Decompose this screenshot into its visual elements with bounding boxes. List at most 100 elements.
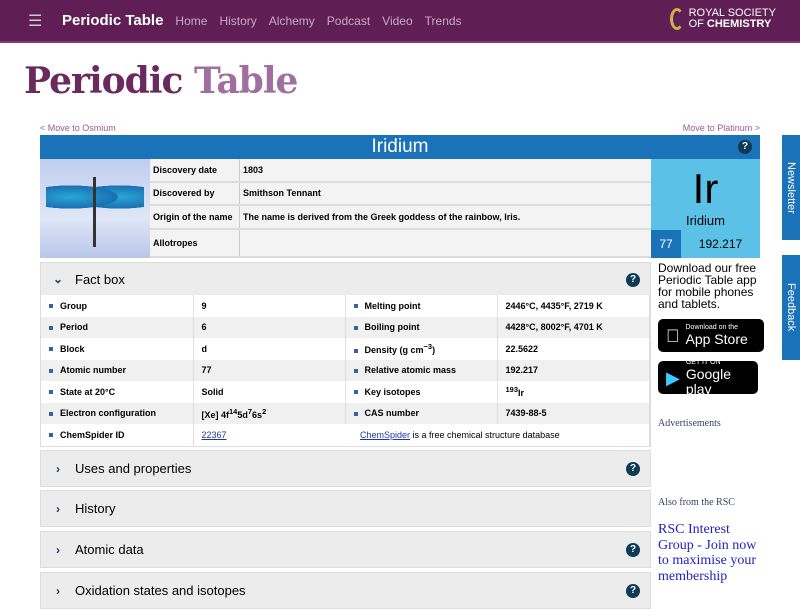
fact-value: 4428°C, 8002°F, 4701 K [497,316,650,338]
fact-table: Group 9 Melting point 2446°C, 4435°F, 2719 … [41,295,650,446]
nav-home[interactable]: Home [175,14,207,28]
fact-value: 22.5622 [497,338,650,360]
info-key: Discovery date [150,159,240,181]
element-tile-name: Iridium [685,213,725,228]
chemspider-link[interactable]: ChemSpider [360,430,410,440]
feedback-tab[interactable]: Feedback [782,255,800,360]
element-tile: Ir Iridium 77 192.217 [651,159,760,258]
help-icon[interactable]: ? [626,273,640,287]
chemspider-note: ChemSpider is a free chemical structure … [345,424,650,446]
element-symbol: Ir [692,165,719,212]
fact-key: Relative atomic mass [345,359,498,381]
brand-link[interactable]: Periodic Table [62,12,163,29]
info-row: Discovered by Smithson Tennant [150,182,651,206]
rsc-interest-group-link[interactable]: RSC Interest Group - Join now to maximis… [658,522,758,584]
fact-key: Block [41,338,194,360]
google-play-button[interactable]: ▶ GET IT ON Google play [658,359,758,396]
help-icon[interactable]: ? [626,584,640,598]
next-element-link[interactable]: Move to Platinum > [683,123,760,133]
section-history[interactable]: › History [40,490,651,527]
menu-icon[interactable]: ☰ [28,11,42,31]
app-store-button[interactable]: Download on theApp Store [658,319,764,352]
top-nav-bar: ☰ Periodic Table Home History Alchemy Podca… [0,0,800,43]
nav-podcast[interactable]: Podcast [327,14,370,28]
element-navigation: < Move to Osmium Move to Platinum > [40,123,760,133]
fact-key: State at 20°C [41,381,194,403]
fact-key: Group [41,295,194,317]
nav-alchemy[interactable]: Alchemy [269,14,315,28]
info-row: Discovery date 1803 [150,159,651,183]
help-icon[interactable]: ? [626,462,640,476]
fact-key: Melting point [345,295,498,317]
section-title: Atomic data [75,542,144,557]
fact-value: 9 [193,295,346,317]
info-value: Smithson Tennant [243,188,321,199]
section-title: Uses and properties [75,461,192,476]
fact-value: Solid [193,381,346,403]
section-oxidation[interactable]: › Oxidation states and isotopes? [40,572,651,609]
fact-key: Boiling point [345,316,498,338]
section-title: History [75,501,116,516]
fact-value: [Xe] 4f145d76s2 [193,402,346,424]
nav-video[interactable]: Video [382,14,412,28]
fact-key: ChemSpider ID [41,424,194,446]
fact-value: 77 [193,359,346,381]
app-promo-text: Download our free Periodic Table app for… [658,261,757,311]
help-icon[interactable]: ? [626,543,640,557]
fact-key: Electron configuration [41,402,194,424]
fact-box-header[interactable]: ⌄ Fact box? [41,263,650,295]
fact-value: 192.217 [497,359,650,381]
fact-key: Key isotopes [345,381,498,403]
section-uses[interactable]: › Uses and properties? [40,450,651,487]
chevron-down-icon: ⌄ [52,272,64,286]
fact-row: Period 6 Boiling point 4428°C, 8002°F, 4701… [41,316,650,338]
fact-box: ⌄ Fact box? Group 9 Melting point 2446°C, 44… [40,262,651,447]
element-header: Iridium ? [40,135,760,159]
fact-row: Atomic number 77 Relative atomic mass 192.2… [41,359,650,381]
info-key: Discovered by [150,182,240,204]
dragonfly-body [93,177,96,247]
fact-value: 193Ir [497,381,650,403]
advertisements-label: Advertisements [658,418,721,429]
chevron-right-icon: › [56,501,60,516]
fact-key: Density (g cm−3) [345,338,498,360]
fact-key: Atomic number [41,359,194,381]
fact-row: Electron configuration [Xe] 4f145d76s2 CAS… [41,402,650,424]
fact-row: State at 20°C Solid Key isotopes 193Ir [41,381,650,403]
fact-value: 2446°C, 4435°F, 2719 K [497,295,650,317]
rsc-logo[interactable]: ROYAL SOCIETY OF CHEMISTRY [669,8,776,30]
chevron-right-icon: › [56,461,60,476]
section-title: Oxidation states and isotopes [75,583,246,598]
fact-key: Period [41,316,194,338]
help-icon[interactable]: ? [738,140,752,154]
apple-icon:  [666,327,680,345]
section-title: Fact box [75,271,125,287]
chemspider-id-link[interactable]: 22367 [202,430,227,440]
prev-element-link[interactable]: < Move to Osmium [40,123,116,133]
chevron-right-icon: › [56,542,60,557]
info-key: Origin of the name [150,206,240,228]
element-info-table: Discovery date 1803 Discovered by Smithson… [150,159,651,258]
logo-text-2: OF CHEMISTRY [688,18,772,30]
also-from-rsc-label: Also from the RSC [658,497,735,508]
element-image [40,159,150,258]
element-name: Iridium [371,136,429,157]
fact-value: 6 [193,316,346,338]
fact-value: d [193,338,346,360]
atomic-number: 77 [651,230,681,258]
fact-row: Group 9 Melting point 2446°C, 4435°F, 2719 … [41,295,650,317]
info-row: Allotropes [150,229,651,258]
fact-value: 7439-88-5 [497,402,650,424]
nav-trends[interactable]: Trends [425,14,462,28]
rsc-logo-icon [669,8,684,30]
sidebar: Download our free Periodic Table app for… [658,261,768,584]
section-atomic-data[interactable]: › Atomic data? [40,531,651,568]
info-row: Origin of the name The name is derived fr… [150,206,651,230]
newsletter-tab[interactable]: Newsletter [782,135,800,240]
chevron-right-icon: › [56,583,60,598]
page-title: Periodic Table [24,60,298,102]
main-nav: Home History Alchemy Podcast Video Trends [175,12,473,30]
nav-history[interactable]: History [219,14,256,28]
fact-row: ChemSpider ID 22367 ChemSpider is a free c… [41,424,650,446]
fact-row: Block d Density (g cm−3) 22.5622 [41,338,650,360]
